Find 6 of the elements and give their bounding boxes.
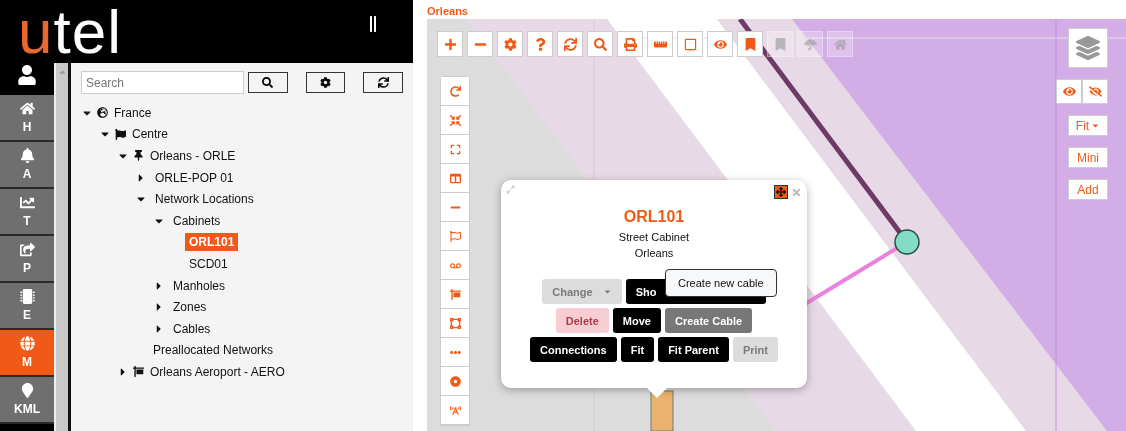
popup-place: Orleans xyxy=(634,246,674,261)
popup-type: Street Cabinet xyxy=(618,230,690,245)
popup-title: ORL101 xyxy=(623,208,685,226)
map-title: Orleans xyxy=(427,4,469,19)
logo: utel xyxy=(18,6,122,58)
tooltip: Create new cable xyxy=(665,269,777,297)
